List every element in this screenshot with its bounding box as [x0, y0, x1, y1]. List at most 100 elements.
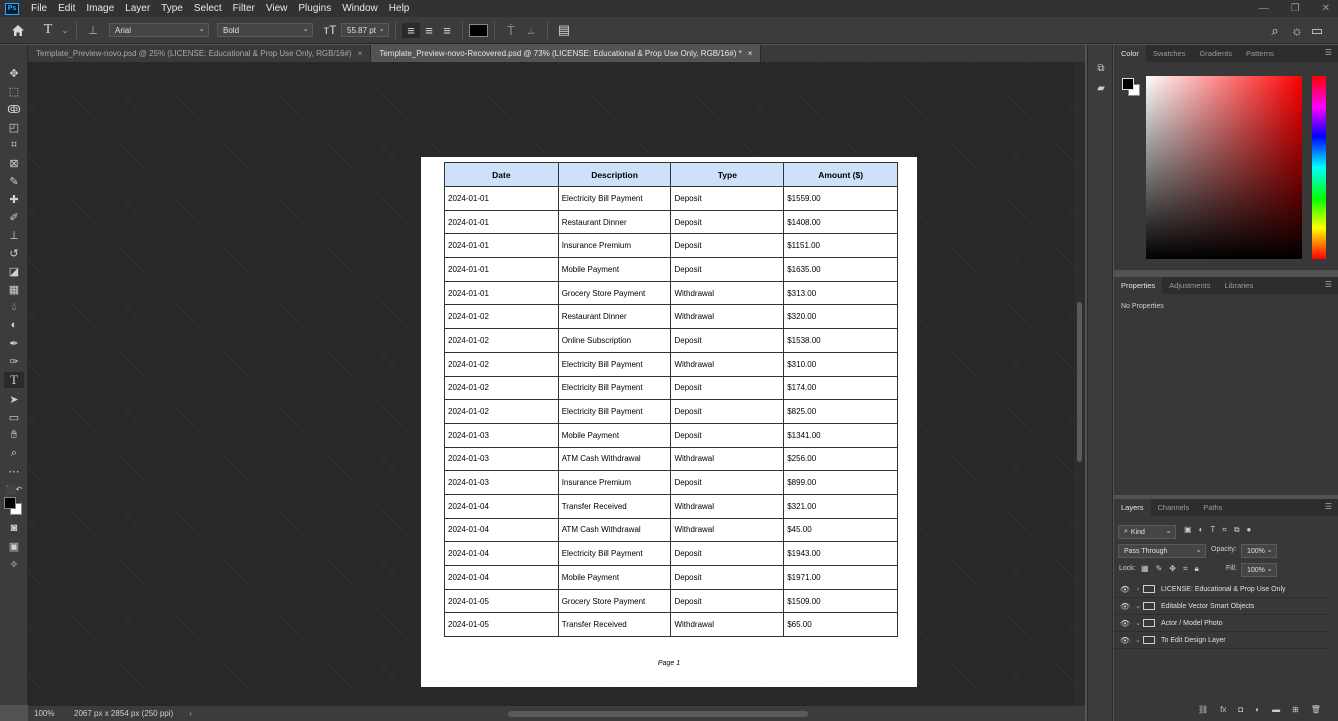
comments-panel-icon[interactable]: ▰ [1094, 81, 1108, 95]
tab-properties[interactable]: Properties [1114, 277, 1163, 294]
close-tab-icon[interactable]: × [358, 49, 363, 58]
menu-plugins[interactable]: Plugins [292, 3, 336, 14]
new-group-icon[interactable]: ▬ [1272, 705, 1280, 714]
tab-patterns[interactable]: Patterns [1239, 45, 1281, 62]
lock-image-icon[interactable]: ✎ [1156, 564, 1163, 574]
hue-slider[interactable] [1312, 76, 1326, 259]
layer-row[interactable]: 👁︎ ⌄ Editable Vector Smart Objects [1114, 598, 1328, 615]
clone-stamp-tool-icon[interactable]: ⊥ [4, 227, 24, 243]
healing-brush-tool-icon[interactable]: ✚ [4, 191, 24, 207]
tab-template-preview-recovered[interactable]: Template_Preview-novo-Recovered.psd @ 73… [371, 45, 762, 62]
layer-row[interactable]: 👁︎ ⌄ Actor / Model Photo [1114, 615, 1328, 632]
tab-channels[interactable]: Channels [1151, 499, 1197, 516]
opacity-input[interactable]: 100% ⌄ [1241, 544, 1277, 558]
foreground-color-swatch[interactable] [4, 497, 16, 509]
type-tool-icon[interactable]: T [4, 372, 24, 388]
lock-position-icon[interactable]: ✥ [1169, 564, 1176, 574]
document-page[interactable]: Date Description Type Amount ($) 2024-01… [421, 157, 917, 687]
menu-file[interactable]: File [25, 3, 52, 14]
layer-row[interactable]: 👁︎ › LICENSE: Educational & Prop Use Onl… [1114, 581, 1328, 598]
foreground-swatch[interactable] [1122, 78, 1134, 90]
tab-paths[interactable]: Paths [1196, 499, 1229, 516]
more-tools-icon[interactable]: ⋯ [4, 463, 24, 479]
panel-menu-icon[interactable]: ☰ [1325, 48, 1332, 57]
vertical-scrollbar[interactable] [1074, 62, 1085, 706]
history-panel-icon[interactable]: ⧉ [1094, 61, 1108, 75]
panel-menu-icon[interactable]: ☰ [1325, 280, 1332, 289]
frame-tool-icon[interactable]: ⊠ [4, 155, 24, 171]
expand-chevron-icon[interactable]: ⌄ [1133, 619, 1143, 627]
discover-icon[interactable]: ☼ [1290, 23, 1304, 38]
zoom-level[interactable]: 100% [34, 709, 68, 718]
blur-tool-icon[interactable]: 💧︎ [4, 299, 24, 315]
search-icon[interactable]: ⌕ [1268, 23, 1282, 39]
font-size-select[interactable]: 55.87 pt ⌄ [341, 23, 389, 37]
visibility-eye-icon[interactable]: 👁︎ [1117, 585, 1133, 594]
menu-window[interactable]: Window [336, 3, 383, 14]
link-layers-icon[interactable]: ⛓︎ [1198, 705, 1208, 714]
tab-swatches[interactable]: Swatches [1146, 45, 1193, 62]
pixel-filter-icon[interactable]: ▣ [1184, 525, 1192, 535]
default-colors-icon[interactable]: ⬛↶ [4, 481, 24, 497]
expand-chevron-icon[interactable]: ⌄ [1133, 602, 1143, 610]
history-brush-tool-icon[interactable]: ↺ [4, 245, 24, 261]
screen-mode-icon[interactable]: ▣ [4, 538, 24, 554]
gradient-tool-icon[interactable]: ▦ [4, 281, 24, 297]
fill-input[interactable]: 100% ⌄ [1241, 563, 1277, 577]
color-field[interactable] [1146, 76, 1302, 259]
marquee-tool-icon[interactable]: ⬚ [4, 83, 24, 99]
menu-view[interactable]: View [260, 3, 293, 14]
generative-icon[interactable]: ✧ [4, 556, 24, 572]
object-selection-tool-icon[interactable]: ◰ [4, 119, 24, 135]
align-left-icon[interactable]: ≡ [402, 22, 420, 38]
visibility-eye-icon[interactable]: 👁︎ [1117, 602, 1133, 611]
tab-adjustments[interactable]: Adjustments [1162, 277, 1217, 294]
zoom-tool-icon[interactable]: ⌕ [4, 445, 24, 461]
adjustment-filter-icon[interactable]: ◐ [1199, 525, 1204, 535]
rectangle-tool-icon[interactable]: ▭ [4, 409, 24, 425]
close-tab-icon[interactable]: × [748, 49, 753, 58]
text-color-swatch[interactable] [469, 23, 488, 37]
move-tool-icon[interactable]: ✥ [4, 65, 24, 81]
horizontal-scroll-thumb[interactable] [508, 711, 808, 717]
menu-type[interactable]: Type [155, 3, 188, 14]
path-selection-tool-icon[interactable]: ➤ [4, 391, 24, 407]
type-filter-icon[interactable]: T [1210, 525, 1215, 535]
menu-select[interactable]: Select [188, 3, 227, 14]
menu-filter[interactable]: Filter [227, 3, 260, 14]
font-family-select[interactable]: Arial ⌄ [109, 23, 209, 37]
crop-tool-icon[interactable]: ⌗ [4, 137, 24, 153]
menu-layer[interactable]: Layer [119, 3, 155, 14]
tab-layers[interactable]: Layers [1114, 499, 1151, 516]
hand-tool-icon[interactable]: ✋︎ [4, 427, 24, 443]
character-panel-icon[interactable]: ▤ [554, 22, 574, 38]
tab-gradients[interactable]: Gradients [1192, 45, 1239, 62]
visibility-eye-icon[interactable]: 👁︎ [1117, 619, 1133, 628]
tab-libraries[interactable]: Libraries [1217, 277, 1260, 294]
add-mask-icon[interactable]: ◘ [1238, 705, 1243, 714]
restore-icon[interactable]: ❐ [1291, 3, 1300, 14]
status-menu-chevron-icon[interactable]: › [189, 709, 192, 718]
dodge-tool-icon[interactable]: ◐ [4, 317, 24, 333]
align-center-icon[interactable]: ≡ [420, 23, 438, 38]
warp-text-alt-icon[interactable]: ⥿ [521, 22, 541, 38]
preset-chevron-icon[interactable]: ⌄ [60, 26, 70, 35]
minimize-icon[interactable]: — [1259, 3, 1269, 14]
eraser-tool-icon[interactable]: ◪ [4, 263, 24, 279]
tab-color[interactable]: Color [1114, 45, 1146, 62]
scroll-thumb[interactable] [1077, 302, 1082, 462]
menu-edit[interactable]: Edit [52, 3, 80, 14]
blend-mode-select[interactable]: Pass Through ⌄ [1118, 544, 1206, 558]
warp-text-icon[interactable]: Ṫ [501, 23, 521, 38]
lock-all-icon[interactable]: 🔒︎ [1194, 564, 1198, 574]
delete-layer-icon[interactable]: 🗑︎ [1311, 705, 1321, 714]
visibility-eye-icon[interactable]: 👁︎ [1117, 636, 1133, 645]
lasso-tool-icon[interactable]: ↂ [4, 101, 24, 117]
expand-chevron-icon[interactable]: › [1133, 586, 1143, 593]
panel-menu-icon[interactable]: ☰ [1325, 502, 1332, 511]
canvas-area[interactable]: Date Description Type Amount ($) 2024-01… [28, 62, 1074, 706]
shape-filter-icon[interactable]: ⌗ [1222, 525, 1227, 535]
lock-transparent-icon[interactable]: ▦ [1141, 564, 1149, 574]
menu-help[interactable]: Help [383, 3, 415, 14]
quick-mask-icon[interactable]: ◙ [4, 520, 24, 536]
